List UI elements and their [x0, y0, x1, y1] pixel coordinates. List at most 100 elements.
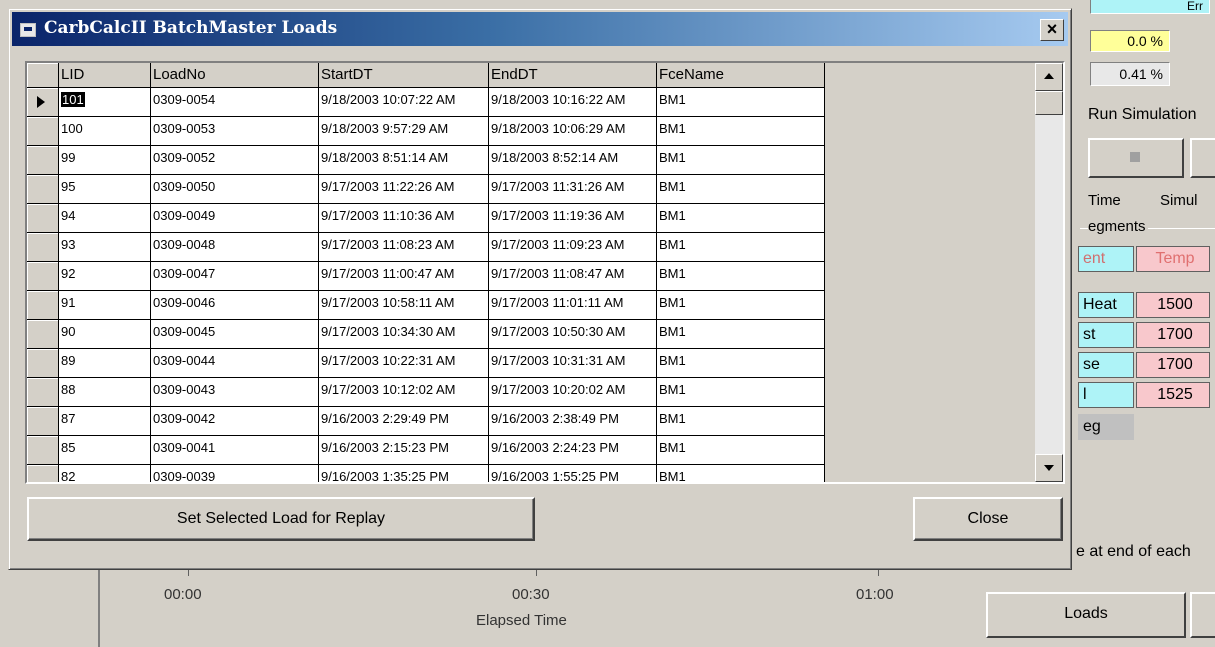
- cell-enddt[interactable]: 9/18/2003 10:16:22 AM: [489, 88, 657, 117]
- cell-enddt[interactable]: 9/18/2003 10:06:29 AM: [489, 117, 657, 146]
- cell-fcename[interactable]: BM1: [657, 320, 825, 349]
- table-row[interactable]: 101 0309-0054 9/18/2003 10:07:22 AM 9/18/20…: [27, 88, 825, 117]
- cell-enddt[interactable]: 9/16/2003 2:38:49 PM: [489, 407, 657, 436]
- cell-enddt[interactable]: 9/17/2003 10:31:31 AM: [489, 349, 657, 378]
- cell-fcename[interactable]: BM1: [657, 291, 825, 320]
- column-header-loadno[interactable]: LoadNo: [151, 63, 319, 88]
- cell-loadno[interactable]: 0309-0050: [151, 175, 319, 204]
- vertical-scrollbar[interactable]: [1035, 63, 1063, 482]
- secondary-button[interactable]: [1190, 592, 1215, 638]
- column-header-lid[interactable]: LID: [59, 63, 151, 88]
- column-header-startdt[interactable]: StartDT: [319, 63, 489, 88]
- row-selector[interactable]: [27, 88, 59, 117]
- cell-startdt[interactable]: 9/18/2003 8:51:14 AM: [319, 146, 489, 175]
- table-row[interactable]: 90 0309-0045 9/17/2003 10:34:30 AM 9/17/200…: [27, 320, 825, 349]
- cell-loadno[interactable]: 0309-0049: [151, 204, 319, 233]
- cell-loadno[interactable]: 0309-0047: [151, 262, 319, 291]
- row-selector[interactable]: [27, 204, 59, 233]
- loads-button[interactable]: Loads: [986, 592, 1186, 638]
- table-row[interactable]: 87 0309-0042 9/16/2003 2:29:49 PM 9/16/2003…: [27, 407, 825, 436]
- cell-startdt[interactable]: 9/16/2003 1:35:25 PM: [319, 465, 489, 482]
- cell-lid[interactable]: 82: [59, 465, 151, 482]
- cell-enddt[interactable]: 9/17/2003 11:01:11 AM: [489, 291, 657, 320]
- cell-startdt[interactable]: 9/17/2003 11:00:47 AM: [319, 262, 489, 291]
- cell-enddt[interactable]: 9/16/2003 1:55:25 PM: [489, 465, 657, 482]
- cell-lid[interactable]: 92: [59, 262, 151, 291]
- cell-lid[interactable]: 94: [59, 204, 151, 233]
- cell-startdt[interactable]: 9/17/2003 10:58:11 AM: [319, 291, 489, 320]
- table-row[interactable]: 95 0309-0050 9/17/2003 11:22:26 AM 9/17/200…: [27, 175, 825, 204]
- table-row[interactable]: 92 0309-0047 9/17/2003 11:00:47 AM 9/17/200…: [27, 262, 825, 291]
- sim-control-button[interactable]: [1190, 138, 1215, 178]
- stop-button[interactable]: [1088, 138, 1184, 178]
- cell-fcename[interactable]: BM1: [657, 146, 825, 175]
- row-selector[interactable]: [27, 320, 59, 349]
- cell-startdt[interactable]: 9/17/2003 11:22:26 AM: [319, 175, 489, 204]
- cell-lid[interactable]: 90: [59, 320, 151, 349]
- cell-loadno[interactable]: 0309-0053: [151, 117, 319, 146]
- cell-fcename[interactable]: BM1: [657, 233, 825, 262]
- title-bar[interactable]: CarbCalcII BatchMaster Loads ×: [12, 12, 1068, 46]
- loads-grid[interactable]: LID LoadNo StartDT EndDT FceName 101 0309…: [25, 61, 1065, 484]
- cell-lid[interactable]: 89: [59, 349, 151, 378]
- set-replay-button[interactable]: Set Selected Load for Replay: [27, 497, 535, 541]
- table-row[interactable]: 99 0309-0052 9/18/2003 8:51:14 AM 9/18/2003…: [27, 146, 825, 175]
- table-row[interactable]: 89 0309-0044 9/17/2003 10:22:31 AM 9/17/200…: [27, 349, 825, 378]
- cell-loadno[interactable]: 0309-0043: [151, 378, 319, 407]
- column-header-fcename[interactable]: FceName: [657, 63, 825, 88]
- cell-loadno[interactable]: 0309-0041: [151, 436, 319, 465]
- cell-fcename[interactable]: BM1: [657, 436, 825, 465]
- cell-loadno[interactable]: 0309-0048: [151, 233, 319, 262]
- cell-startdt[interactable]: 9/17/2003 10:34:30 AM: [319, 320, 489, 349]
- cell-lid[interactable]: 101: [59, 88, 151, 117]
- cell-startdt[interactable]: 9/16/2003 2:15:23 PM: [319, 436, 489, 465]
- cell-lid[interactable]: 87: [59, 407, 151, 436]
- row-selector[interactable]: [27, 291, 59, 320]
- row-selector[interactable]: [27, 262, 59, 291]
- cell-startdt[interactable]: 9/18/2003 9:57:29 AM: [319, 117, 489, 146]
- cell-fcename[interactable]: BM1: [657, 175, 825, 204]
- cell-startdt[interactable]: 9/18/2003 10:07:22 AM: [319, 88, 489, 117]
- cell-startdt[interactable]: 9/16/2003 2:29:49 PM: [319, 407, 489, 436]
- cell-enddt[interactable]: 9/17/2003 11:31:26 AM: [489, 175, 657, 204]
- close-icon[interactable]: ×: [1040, 19, 1064, 41]
- cell-loadno[interactable]: 0309-0052: [151, 146, 319, 175]
- row-selector[interactable]: [27, 117, 59, 146]
- close-button[interactable]: Close: [913, 497, 1063, 541]
- cell-fcename[interactable]: BM1: [657, 465, 825, 482]
- scroll-thumb[interactable]: [1035, 91, 1063, 115]
- segment-name-cell[interactable]: l: [1078, 382, 1134, 408]
- segment-name-cell[interactable]: st: [1078, 322, 1134, 348]
- table-row[interactable]: 85 0309-0041 9/16/2003 2:15:23 PM 9/16/2003…: [27, 436, 825, 465]
- cell-loadno[interactable]: 0309-0042: [151, 407, 319, 436]
- cell-loadno[interactable]: 0309-0044: [151, 349, 319, 378]
- cell-fcename[interactable]: BM1: [657, 378, 825, 407]
- row-selector[interactable]: [27, 233, 59, 262]
- cell-fcename[interactable]: BM1: [657, 204, 825, 233]
- row-selector[interactable]: [27, 407, 59, 436]
- segment-temp-cell[interactable]: 1700: [1136, 352, 1210, 378]
- cell-loadno[interactable]: 0309-0039: [151, 465, 319, 482]
- segment-name-cell[interactable]: Heat: [1078, 292, 1134, 318]
- cell-lid[interactable]: 100: [59, 117, 151, 146]
- row-selector[interactable]: [27, 175, 59, 204]
- cell-enddt[interactable]: 9/17/2003 11:19:36 AM: [489, 204, 657, 233]
- cell-loadno[interactable]: 0309-0045: [151, 320, 319, 349]
- cell-lid[interactable]: 95: [59, 175, 151, 204]
- cell-fcename[interactable]: BM1: [657, 349, 825, 378]
- cell-lid[interactable]: 99: [59, 146, 151, 175]
- scroll-down-icon[interactable]: [1035, 454, 1063, 482]
- cell-lid[interactable]: 91: [59, 291, 151, 320]
- table-row[interactable]: 88 0309-0043 9/17/2003 10:12:02 AM 9/17/200…: [27, 378, 825, 407]
- segment-temp-cell[interactable]: 1525: [1136, 382, 1210, 408]
- table-row[interactable]: 94 0309-0049 9/17/2003 11:10:36 AM 9/17/200…: [27, 204, 825, 233]
- cell-enddt[interactable]: 9/17/2003 11:09:23 AM: [489, 233, 657, 262]
- segment-temp-cell[interactable]: 1500: [1136, 292, 1210, 318]
- row-selector[interactable]: [27, 378, 59, 407]
- segment-name-cell[interactable]: se: [1078, 352, 1134, 378]
- column-header-enddt[interactable]: EndDT: [489, 63, 657, 88]
- cell-fcename[interactable]: BM1: [657, 88, 825, 117]
- row-selector[interactable]: [27, 465, 59, 482]
- cell-fcename[interactable]: BM1: [657, 407, 825, 436]
- cell-startdt[interactable]: 9/17/2003 11:10:36 AM: [319, 204, 489, 233]
